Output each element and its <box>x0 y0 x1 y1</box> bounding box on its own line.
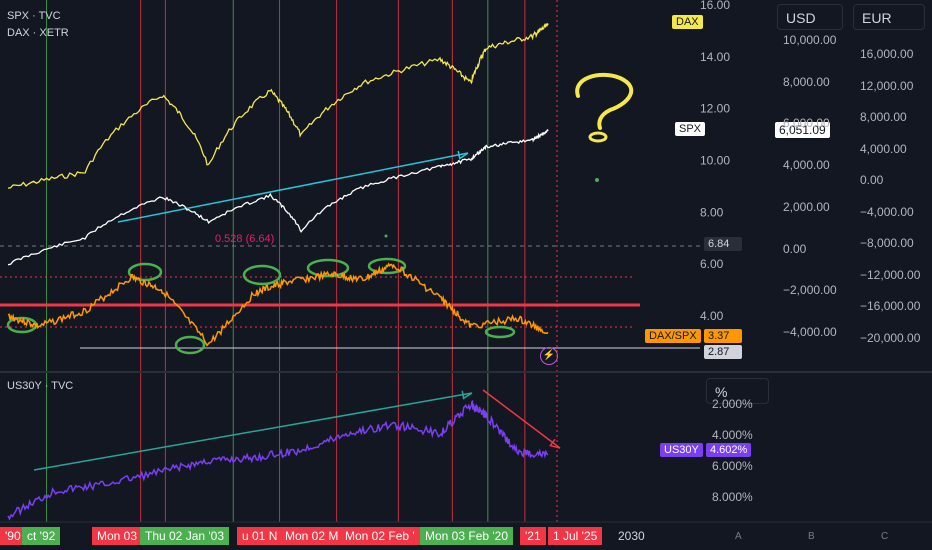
yield-tick: 2.000% <box>712 397 753 411</box>
red-trend-arrow <box>482 389 561 449</box>
cyan-trend-arrow <box>117 152 469 223</box>
corner-letter[interactable]: C <box>881 531 888 542</box>
time-label: Mon 02 M <box>280 527 344 545</box>
corner-letter[interactable]: B <box>808 531 815 542</box>
dax-line <box>7 22 549 189</box>
eur-tick: −16,000.00 <box>860 299 921 314</box>
eur-tick: −12,000.00 <box>860 267 921 282</box>
question-mark-doodle <box>575 72 634 130</box>
time-label: u 01 N <box>237 527 283 545</box>
dax-tag: DAX <box>672 15 703 29</box>
ratio-tick: 12.00 <box>700 102 730 116</box>
usd-tick: 0.00 <box>783 241 807 256</box>
time-label: Mon 03 <box>92 527 143 545</box>
eur-tick: 16,000.00 <box>860 47 914 61</box>
usd-currency-button[interactable]: USD <box>777 4 843 30</box>
ratio-tick: 14.00 <box>700 50 730 64</box>
ratio-tick: 8.00 <box>700 205 724 219</box>
eur-tick: 4,000.00 <box>860 141 907 156</box>
yield-tick: 4.000% <box>712 428 753 442</box>
cyan-trend-arrow-head <box>457 150 469 160</box>
usd-tick: 2,000.00 <box>783 199 830 214</box>
eur-tick: 12,000.00 <box>860 78 914 93</box>
usd-tick: 10,000.00 <box>783 33 837 47</box>
ratio-tick: 16.00 <box>700 0 730 12</box>
eur-tick: 0.00 <box>860 173 884 188</box>
eur-currency-button[interactable]: EUR <box>853 4 925 30</box>
us30y-label-tag: US30Y <box>660 443 703 457</box>
green-circle-doodle-3 <box>242 264 282 286</box>
usd-tick: −2,000.00 <box>783 283 837 298</box>
time-label: 1 Jul '25 <box>548 527 603 545</box>
usd-tick: 4,000.00 <box>783 158 830 173</box>
ratio-tick: 4.00 <box>700 309 724 323</box>
ratio-tick: 10.00 <box>700 154 730 168</box>
eur-tick: 8,000.00 <box>860 110 907 125</box>
daxspx-value-tag: 3.37 <box>704 329 742 343</box>
green-dot <box>595 178 599 182</box>
eur-tick: −20,000.00 <box>860 331 921 345</box>
time-label: Mon 02 Feb ' <box>340 527 420 545</box>
eur-tick: −4,000.00 <box>860 204 914 219</box>
ratio-axis: 16.00 14.00 12.00 10.00 8.00 6.00 4.00 <box>700 0 730 323</box>
green-dot-2 <box>384 234 388 238</box>
eur-tick: −8,000.00 <box>860 236 914 251</box>
time-label-2030: 2030 <box>618 529 645 543</box>
yield-tick: 6.000% <box>712 459 753 473</box>
overlay-label: 0.528 (6.64) <box>215 233 275 245</box>
time-label: ct '92 <box>22 527 61 545</box>
daxspx-label-tag: DAX/SPX <box>645 329 701 343</box>
legend-us30y[interactable]: US30Y · TVC <box>7 380 73 392</box>
green-circle-doodle-2 <box>174 335 206 355</box>
green-circle-doodle-6 <box>484 325 516 339</box>
spx-line <box>7 128 549 266</box>
question-dot-doodle <box>588 131 608 143</box>
legend-spx[interactable]: SPX · TVC <box>7 10 61 22</box>
yield-tick: 8.000% <box>712 490 753 504</box>
usd-tick: 8,000.00 <box>783 74 830 89</box>
usd-tick: 6,000.00 <box>783 116 830 131</box>
corner-letter[interactable]: A <box>735 531 742 542</box>
ratio-tick: 6.00 <box>700 257 724 271</box>
annotations <box>6 72 634 471</box>
time-label: Thu 02 Jan '03 <box>140 527 230 545</box>
ratio-low-tag: 2.87 <box>704 345 742 359</box>
ratio-crosshair-tag: 6.84 <box>704 237 742 251</box>
lightning-icon[interactable]: ⚡ <box>540 347 558 365</box>
legend-dax[interactable]: DAX · XETR <box>7 27 69 39</box>
us30y-value-tag: 4.602% <box>706 443 752 457</box>
event-lines <box>46 0 558 522</box>
usd-tick: −4,000.00 <box>783 325 837 339</box>
time-label: Mon 03 Feb '20 <box>420 527 514 545</box>
spx-tag: SPX <box>675 122 706 136</box>
time-label: '21 <box>520 527 546 545</box>
